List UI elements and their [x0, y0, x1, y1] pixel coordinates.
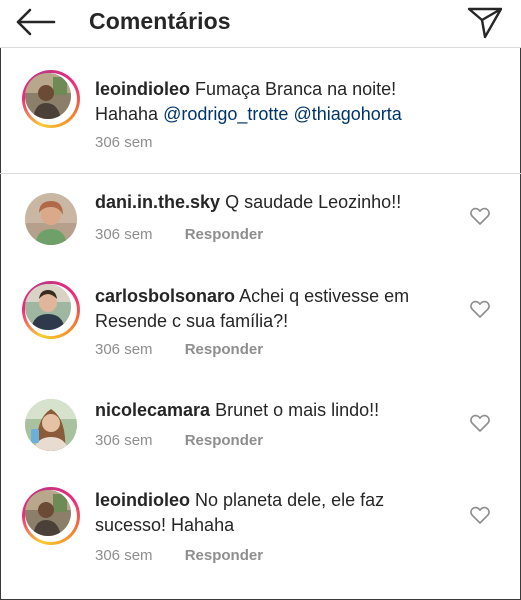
avatar[interactable]	[22, 487, 80, 545]
timestamp: 306 sem	[95, 547, 153, 564]
profile-photo	[25, 73, 71, 119]
reply-button[interactable]: Responder	[185, 226, 263, 243]
comment-text: nicolecamara Brunet o mais lindo!!	[95, 398, 455, 423]
caption-text: leoindioleo Fumaça Branca na noite! Haha…	[95, 77, 455, 127]
arrow-left-icon	[16, 8, 56, 36]
timestamp: 306 sem	[95, 226, 153, 243]
heart-outline-icon[interactable]	[470, 207, 490, 225]
avatar[interactable]	[25, 399, 77, 451]
timestamp: 306 sem	[95, 432, 153, 449]
timestamp: 306 sem	[95, 341, 153, 358]
heart-outline-icon[interactable]	[470, 414, 490, 432]
comment-meta: 306 sem Responder	[95, 226, 263, 243]
comment-body: Brunet o mais lindo!!	[215, 400, 380, 420]
comment-meta: 306 sem Responder	[95, 432, 263, 449]
paper-plane-icon	[467, 7, 503, 39]
post-caption: leoindioleo Fumaça Branca na noite! Haha…	[0, 48, 521, 174]
reply-button[interactable]: Responder	[185, 432, 263, 449]
mention-link[interactable]: @rodrigo_trotte	[163, 104, 288, 124]
comment-text: dani.in.the.sky Q saudade Leozinho!!	[95, 190, 455, 215]
top-bar: Comentários	[0, 0, 521, 48]
caption-meta: 306 sem	[95, 134, 153, 151]
avatar[interactable]	[25, 193, 77, 245]
comment-username[interactable]: carlosbolsonaro	[95, 286, 235, 306]
comment-username[interactable]: nicolecamara	[95, 400, 210, 420]
reply-button[interactable]: Responder	[185, 341, 263, 358]
comment-meta: 306 sem Responder	[95, 547, 263, 564]
page-title: Comentários	[89, 8, 231, 34]
share-button[interactable]	[466, 4, 504, 40]
profile-photo	[25, 284, 71, 330]
comment-body: Q saudade Leozinho!!	[225, 192, 402, 212]
comment-text: carlosbolsonaro Achei q estivesse em Res…	[95, 284, 455, 334]
comment-username[interactable]: leoindioleo	[95, 490, 190, 510]
profile-photo	[25, 490, 71, 536]
comment-username[interactable]: dani.in.the.sky	[95, 192, 220, 212]
back-button[interactable]	[14, 6, 58, 38]
avatar[interactable]	[22, 70, 80, 128]
avatar[interactable]	[22, 281, 80, 339]
caption-username[interactable]: leoindioleo	[95, 79, 190, 99]
heart-outline-icon[interactable]	[470, 506, 490, 524]
mention-link[interactable]: @thiagohorta	[293, 104, 401, 124]
comment-text: leoindioleo No planeta dele, ele faz suc…	[95, 488, 455, 538]
reply-button[interactable]: Responder	[185, 547, 263, 564]
timestamp: 306 sem	[95, 134, 153, 151]
comment-meta: 306 sem Responder	[95, 341, 263, 358]
heart-outline-icon[interactable]	[470, 300, 490, 318]
